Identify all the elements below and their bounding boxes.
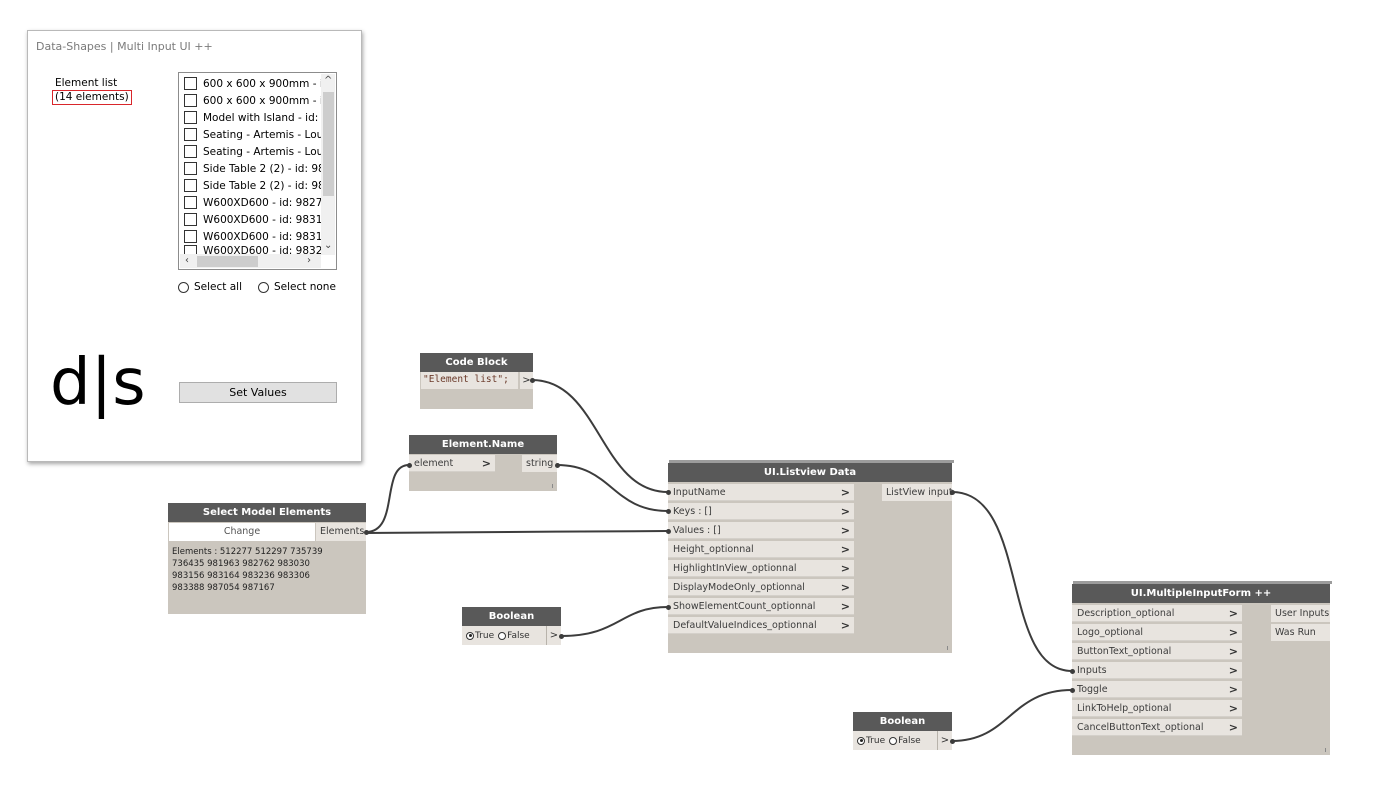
resize-grip[interactable] [947, 646, 948, 650]
input-port-height[interactable]: Height_optionnal > [668, 541, 854, 558]
node-title: Element.Name [409, 435, 557, 454]
chevron-right-icon: > [840, 581, 850, 594]
wire-listview-to-inputs[interactable] [951, 491, 1073, 672]
chevron-right-icon: > [1228, 702, 1238, 715]
wire-connector [364, 530, 369, 535]
chevron-right-icon: > [840, 562, 850, 575]
chevron-right-icon: > [481, 457, 491, 470]
wire-connector [559, 634, 564, 639]
node-title: UI.MultipleInputForm ++ [1072, 584, 1330, 603]
wire-elements-to-name[interactable] [365, 464, 410, 533]
chevron-right-icon: > [840, 619, 850, 632]
true-radio[interactable] [857, 736, 865, 745]
wire-connector [407, 463, 412, 468]
node-title: Boolean [462, 607, 561, 626]
select-model-elements-node[interactable]: Select Model Elements Change Elements El… [168, 503, 366, 614]
boolean-node[interactable]: Boolean True False > [853, 712, 952, 750]
wire-bool-to-toggle[interactable] [951, 689, 1073, 742]
chevron-right-icon: > [1228, 626, 1238, 639]
wire-connector [666, 509, 671, 514]
wire-elements-to-values[interactable] [365, 530, 669, 534]
selection-preview: Elements : 512277 512297 735739 736435 9… [172, 547, 323, 593]
input-port-element[interactable]: element > [409, 455, 495, 472]
wire-connector [666, 490, 671, 495]
input-port-keys[interactable]: Keys : [] > [668, 503, 854, 520]
false-radio[interactable] [889, 736, 898, 745]
node-title: Boolean [853, 712, 952, 731]
input-port-buttontext[interactable]: ButtonText_optional > [1072, 643, 1242, 660]
wire-bool-to-showcount[interactable] [560, 606, 669, 637]
node-title: Code Block [420, 353, 533, 372]
chevron-right-icon: > [840, 524, 850, 537]
input-port-defaultindices[interactable]: DefaultValueIndices_optionnal > [668, 617, 854, 634]
chevron-right-icon: > [1228, 683, 1238, 696]
false-radio[interactable] [498, 631, 507, 640]
input-port-logo[interactable]: Logo_optional > [1072, 624, 1242, 641]
output-port-listview-input[interactable]: ListView input [882, 484, 953, 501]
boolean-toggle[interactable]: True False [853, 731, 937, 750]
boolean-node[interactable]: Boolean True False > [462, 607, 561, 645]
node-title: Select Model Elements [168, 503, 366, 522]
true-radio[interactable] [466, 631, 474, 640]
input-port-values[interactable]: Values : [] > [668, 522, 854, 539]
wire-connector [1070, 688, 1075, 693]
input-port-displaymode[interactable]: DisplayModeOnly_optionnal > [668, 579, 854, 596]
wire-connector [530, 378, 535, 383]
wire-connector [950, 739, 955, 744]
input-port-linktohelp[interactable]: LinkToHelp_optional > [1072, 700, 1242, 717]
chevron-right-icon: > [1228, 664, 1238, 677]
wire-connector [666, 529, 671, 534]
output-port-elements[interactable]: Elements [316, 523, 366, 541]
boolean-toggle[interactable]: True False [462, 626, 546, 645]
chevron-right-icon: > [840, 600, 850, 613]
listview-data-node[interactable]: UI.Listview Data InputName > Keys : [] > V… [668, 460, 954, 653]
node-title: UI.Listview Data [668, 463, 952, 482]
element-name-node[interactable]: Element.Name element > string [409, 435, 557, 491]
resize-grip[interactable] [1325, 748, 1326, 752]
chevron-right-icon: > [840, 543, 850, 556]
wire-connector [666, 605, 671, 610]
output-port-was-run[interactable]: Was Run [1271, 624, 1330, 641]
wire-connector [1070, 669, 1075, 674]
multiple-input-form-node[interactable]: UI.MultipleInputForm ++ Description_opti… [1072, 581, 1332, 755]
input-port-highlight[interactable]: HighlightInView_optionnal > [668, 560, 854, 577]
wire-name-to-keys[interactable] [556, 464, 669, 512]
chevron-right-icon: > [1228, 721, 1238, 734]
input-port-description[interactable]: Description_optional > [1072, 605, 1242, 622]
wire-connector [950, 490, 955, 495]
change-button[interactable]: Change [169, 523, 315, 541]
wire-connector [555, 463, 560, 468]
resize-grip[interactable] [552, 484, 553, 488]
chevron-right-icon: > [840, 486, 850, 499]
chevron-right-icon: > [1228, 645, 1238, 658]
chevron-right-icon: > [840, 505, 850, 518]
input-port-cancelbuttontext[interactable]: CancelButtonText_optional > [1072, 719, 1242, 736]
chevron-right-icon: > [1228, 607, 1238, 620]
code-block-node[interactable]: Code Block "Element list"; > [420, 353, 533, 409]
output-port-user-inputs[interactable]: User Inputs [1271, 605, 1330, 622]
input-port-toggle[interactable]: Toggle > [1072, 681, 1242, 698]
output-port-string[interactable]: string [522, 455, 557, 472]
code-editor[interactable]: "Element list"; [421, 372, 518, 389]
input-port-inputs[interactable]: Inputs > [1072, 662, 1242, 679]
input-port-showcount[interactable]: ShowElementCount_optionnal > [668, 598, 854, 615]
input-port-inputname[interactable]: InputName > [668, 484, 854, 501]
